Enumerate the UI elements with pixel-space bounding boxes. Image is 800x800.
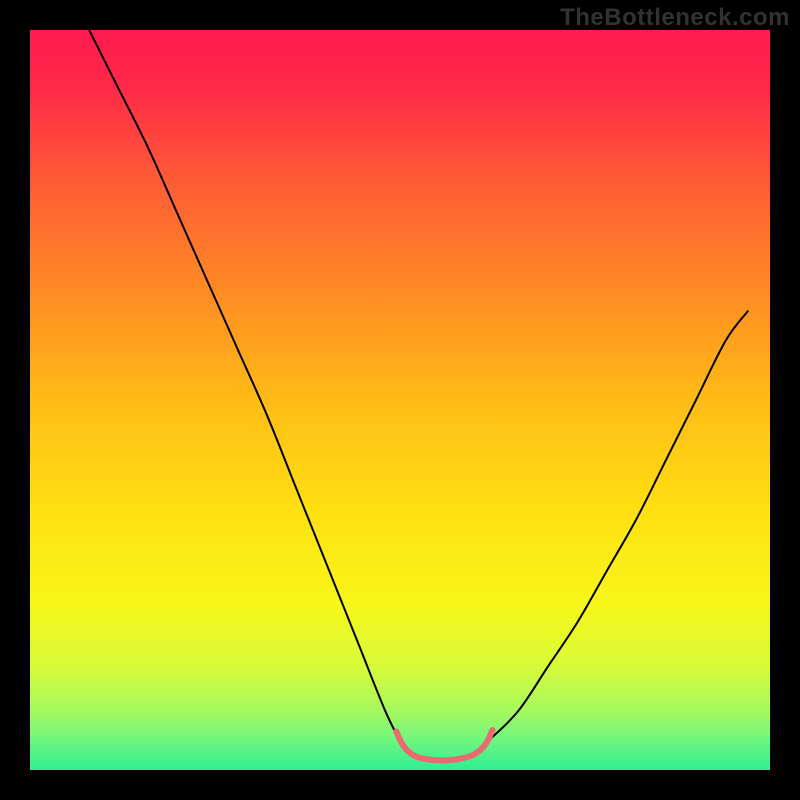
plot-background — [30, 30, 770, 770]
bottleneck-chart — [0, 0, 800, 800]
watermark-text: TheBottleneck.com — [560, 4, 790, 32]
chart-frame: TheBottleneck.com — [0, 0, 800, 800]
